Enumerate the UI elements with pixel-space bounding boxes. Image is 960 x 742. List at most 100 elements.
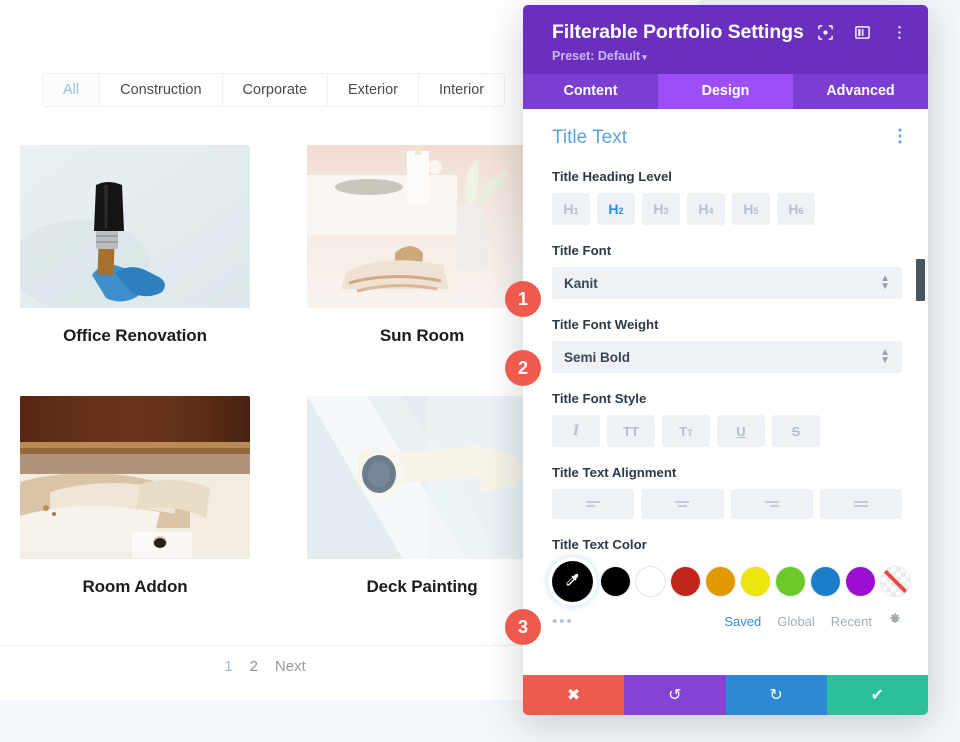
title-font-weight-select[interactable]: Semi Bold ▲ ▼ bbox=[552, 341, 902, 373]
cancel-button[interactable]: ✖ bbox=[523, 675, 625, 715]
modal-scrollbar-thumb[interactable] bbox=[916, 259, 925, 301]
filter-item-interior[interactable]: Interior bbox=[418, 74, 505, 106]
italic-icon[interactable]: I bbox=[552, 415, 600, 447]
heading-level-h6[interactable]: H6 bbox=[777, 193, 815, 225]
portfolio-card-title: Office Renovation bbox=[63, 326, 207, 345]
heading-level-h5[interactable]: H5 bbox=[732, 193, 770, 225]
layout-panel-icon[interactable] bbox=[854, 24, 871, 41]
title-font-select[interactable]: Kanit ▲ ▼ bbox=[552, 267, 902, 299]
align-center-icon[interactable] bbox=[641, 489, 724, 519]
color-footer: ••• Saved Global Recent bbox=[552, 613, 902, 630]
pagination-next[interactable]: Next bbox=[275, 658, 306, 675]
filter-item-all[interactable]: All bbox=[43, 74, 101, 106]
gear-icon[interactable] bbox=[888, 613, 902, 630]
global-colors-tab[interactable]: Global bbox=[777, 614, 815, 629]
swatch-white[interactable] bbox=[636, 567, 665, 596]
module-settings-modal: Filterable Portfolio Settings Preset: De… bbox=[523, 5, 928, 715]
heading-level-options: H1 H2 H3 H4 H5 H6 bbox=[552, 193, 902, 225]
field-label: Title Font bbox=[552, 243, 612, 258]
portfolio-card-title: Sun Room bbox=[379, 326, 465, 345]
heading-level-num: 1 bbox=[573, 206, 579, 216]
preset-label: Preset: Default bbox=[552, 49, 641, 63]
portfolio-filter-bar: All Construction Corporate Exterior Inte… bbox=[42, 73, 506, 107]
swatch-orange[interactable] bbox=[706, 567, 735, 596]
tab-design[interactable]: Design bbox=[658, 74, 793, 109]
recent-colors-tab[interactable]: Recent bbox=[831, 614, 872, 629]
title-font-weight-value: Semi Bold bbox=[564, 349, 631, 365]
heading-level-h2[interactable]: H2 bbox=[597, 193, 635, 225]
heading-level-num: 2 bbox=[618, 206, 624, 216]
modal-tabs: Content Design Advanced bbox=[523, 74, 928, 109]
field-title-text-color: Title Text Color ••• Saved Global Recent bbox=[552, 537, 910, 630]
align-justify-icon[interactable] bbox=[819, 489, 902, 519]
heading-level-h1[interactable]: H1 bbox=[552, 193, 590, 225]
eyedropper-icon[interactable] bbox=[552, 561, 593, 602]
heading-level-num: 3 bbox=[663, 206, 669, 216]
focus-target-icon[interactable] bbox=[817, 24, 834, 41]
section-title: Title Text bbox=[552, 127, 627, 148]
title-font-value: Kanit bbox=[564, 275, 598, 291]
callout-badge-2: 2 bbox=[505, 350, 541, 386]
callout-badge-1: 1 bbox=[505, 281, 541, 317]
field-title-font: Title Font Kanit ▲ ▼ bbox=[552, 243, 902, 299]
portfolio-card[interactable]: Office Renovation bbox=[20, 145, 250, 346]
strikethrough-icon[interactable]: S bbox=[772, 415, 820, 447]
section-header: Title Text bbox=[552, 127, 902, 149]
underline-icon[interactable]: U bbox=[717, 415, 765, 447]
field-label: Title Font Weight bbox=[552, 317, 659, 332]
heading-level-num: 4 bbox=[708, 206, 714, 216]
filter-item-construction[interactable]: Construction bbox=[100, 74, 223, 106]
swatch-transparent[interactable] bbox=[881, 567, 910, 596]
field-title-font-weight: Title Font Weight Semi Bold ▲ ▼ bbox=[552, 317, 902, 373]
paintbrush-blue-glove-image[interactable] bbox=[20, 145, 250, 308]
section-kebab-menu-icon[interactable] bbox=[898, 128, 902, 149]
align-right-icon[interactable] bbox=[730, 489, 813, 519]
pagination-page-1[interactable]: 1 bbox=[224, 658, 232, 675]
field-label: Title Font Style bbox=[552, 391, 647, 406]
wood-beam-construction-image[interactable] bbox=[20, 396, 250, 559]
filter-item-corporate[interactable]: Corporate bbox=[222, 74, 329, 106]
tab-content[interactable]: Content bbox=[523, 74, 658, 109]
portfolio-card[interactable]: Deck Painting bbox=[307, 396, 537, 597]
callout-badge-3: 3 bbox=[505, 609, 541, 645]
swatch-yellow[interactable] bbox=[741, 567, 770, 596]
font-style-options: I TT TT U S bbox=[552, 415, 902, 447]
saved-colors-tab[interactable]: Saved bbox=[724, 614, 761, 629]
swatch-red[interactable] bbox=[671, 567, 700, 596]
portfolio-card[interactable]: Room Addon bbox=[20, 396, 250, 597]
small-caps-icon[interactable]: TT bbox=[662, 415, 710, 447]
swatch-green[interactable] bbox=[776, 567, 805, 596]
swatch-blue[interactable] bbox=[811, 567, 840, 596]
chevron-updown-icon: ▲ ▼ bbox=[880, 347, 890, 366]
page-root: All Construction Corporate Exterior Inte… bbox=[0, 0, 960, 742]
filter-item-exterior[interactable]: Exterior bbox=[328, 74, 419, 106]
vase-candle-shelf-image[interactable] bbox=[307, 145, 537, 308]
portfolio-card[interactable]: Sun Room bbox=[307, 145, 537, 346]
swatch-black[interactable] bbox=[601, 567, 630, 596]
heading-level-h3[interactable]: H3 bbox=[642, 193, 680, 225]
portfolio-card-title: Deck Painting bbox=[366, 577, 478, 596]
field-label: Title Text Alignment bbox=[552, 465, 677, 480]
color-swatch-row bbox=[552, 561, 910, 602]
modal-body: Title Text Title Heading Level H1 H2 H3 bbox=[523, 109, 928, 675]
field-label: Title Heading Level bbox=[552, 169, 672, 184]
paint-roller-white-image[interactable] bbox=[307, 396, 537, 559]
uppercase-icon[interactable]: TT bbox=[607, 415, 655, 447]
pagination-page-2[interactable]: 2 bbox=[250, 658, 258, 675]
field-title-text-alignment: Title Text Alignment bbox=[552, 465, 902, 519]
kebab-menu-icon[interactable] bbox=[891, 24, 908, 41]
align-left-icon[interactable] bbox=[552, 489, 635, 519]
modal-footer-actions: ✖ ↺ ↻ ✔ bbox=[523, 675, 928, 715]
undo-button[interactable]: ↺ bbox=[624, 675, 726, 715]
heading-level-num: 6 bbox=[798, 206, 804, 216]
more-options-icon[interactable]: ••• bbox=[552, 614, 574, 629]
text-alignment-options bbox=[552, 489, 902, 519]
heading-level-h4[interactable]: H4 bbox=[687, 193, 725, 225]
redo-button[interactable]: ↻ bbox=[725, 675, 827, 715]
preset-selector[interactable]: Preset: Default ▾ bbox=[552, 49, 910, 63]
tab-advanced[interactable]: Advanced bbox=[793, 74, 928, 109]
chevron-updown-icon: ▲ ▼ bbox=[880, 273, 890, 292]
save-button[interactable]: ✔ bbox=[826, 675, 928, 715]
swatch-purple[interactable] bbox=[846, 567, 875, 596]
chevron-down-icon: ▾ bbox=[642, 52, 647, 62]
